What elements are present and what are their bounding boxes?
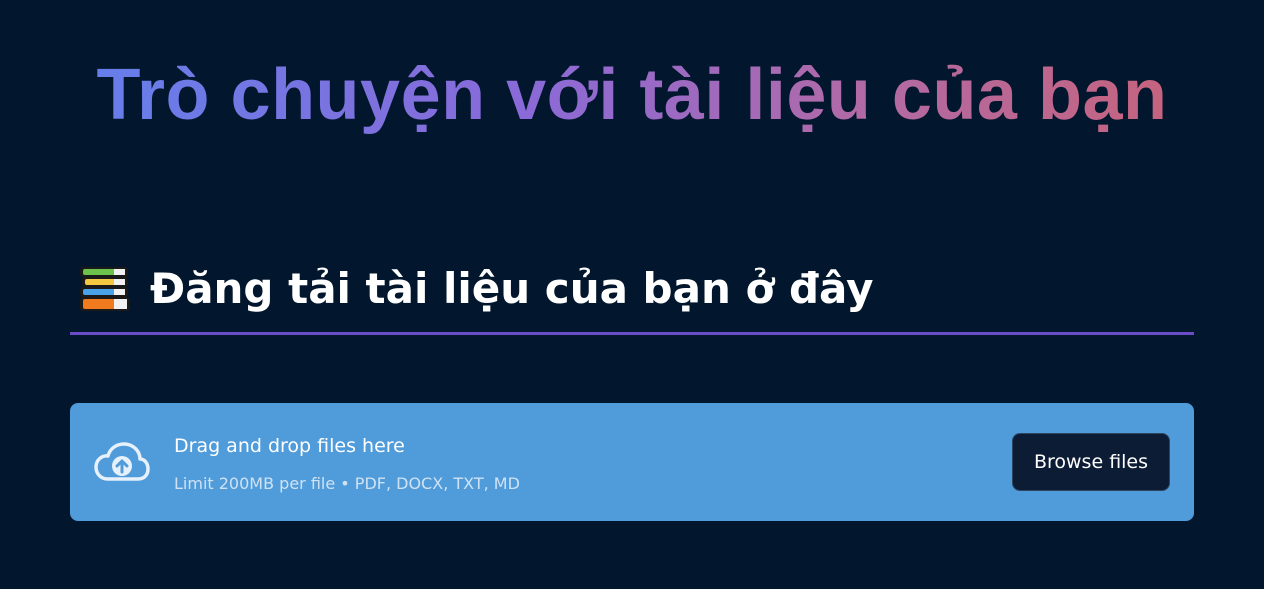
- file-dropzone[interactable]: Drag and drop files here Limit 200MB per…: [70, 403, 1194, 521]
- cloud-upload-icon: [94, 442, 150, 481]
- upload-section-title: Đăng tải tài liệu của bạn ở đây: [150, 264, 874, 313]
- app-container: Trò chuyện với tài liệu của bạn Đăng tải…: [0, 0, 1264, 589]
- upload-section-header: Đăng tải tài liệu của bạn ở đây: [70, 255, 1194, 335]
- dropzone-instruction: Drag and drop files here: [174, 435, 405, 457]
- page-title: Trò chuyện với tài liệu của bạn: [0, 52, 1264, 138]
- books-icon: [80, 267, 130, 311]
- page-title-text: Trò chuyện với tài liệu của bạn: [96, 55, 1168, 135]
- browse-files-button[interactable]: Browse files: [1012, 433, 1170, 491]
- dropzone-limit-text: Limit 200MB per file • PDF, DOCX, TXT, M…: [174, 474, 520, 493]
